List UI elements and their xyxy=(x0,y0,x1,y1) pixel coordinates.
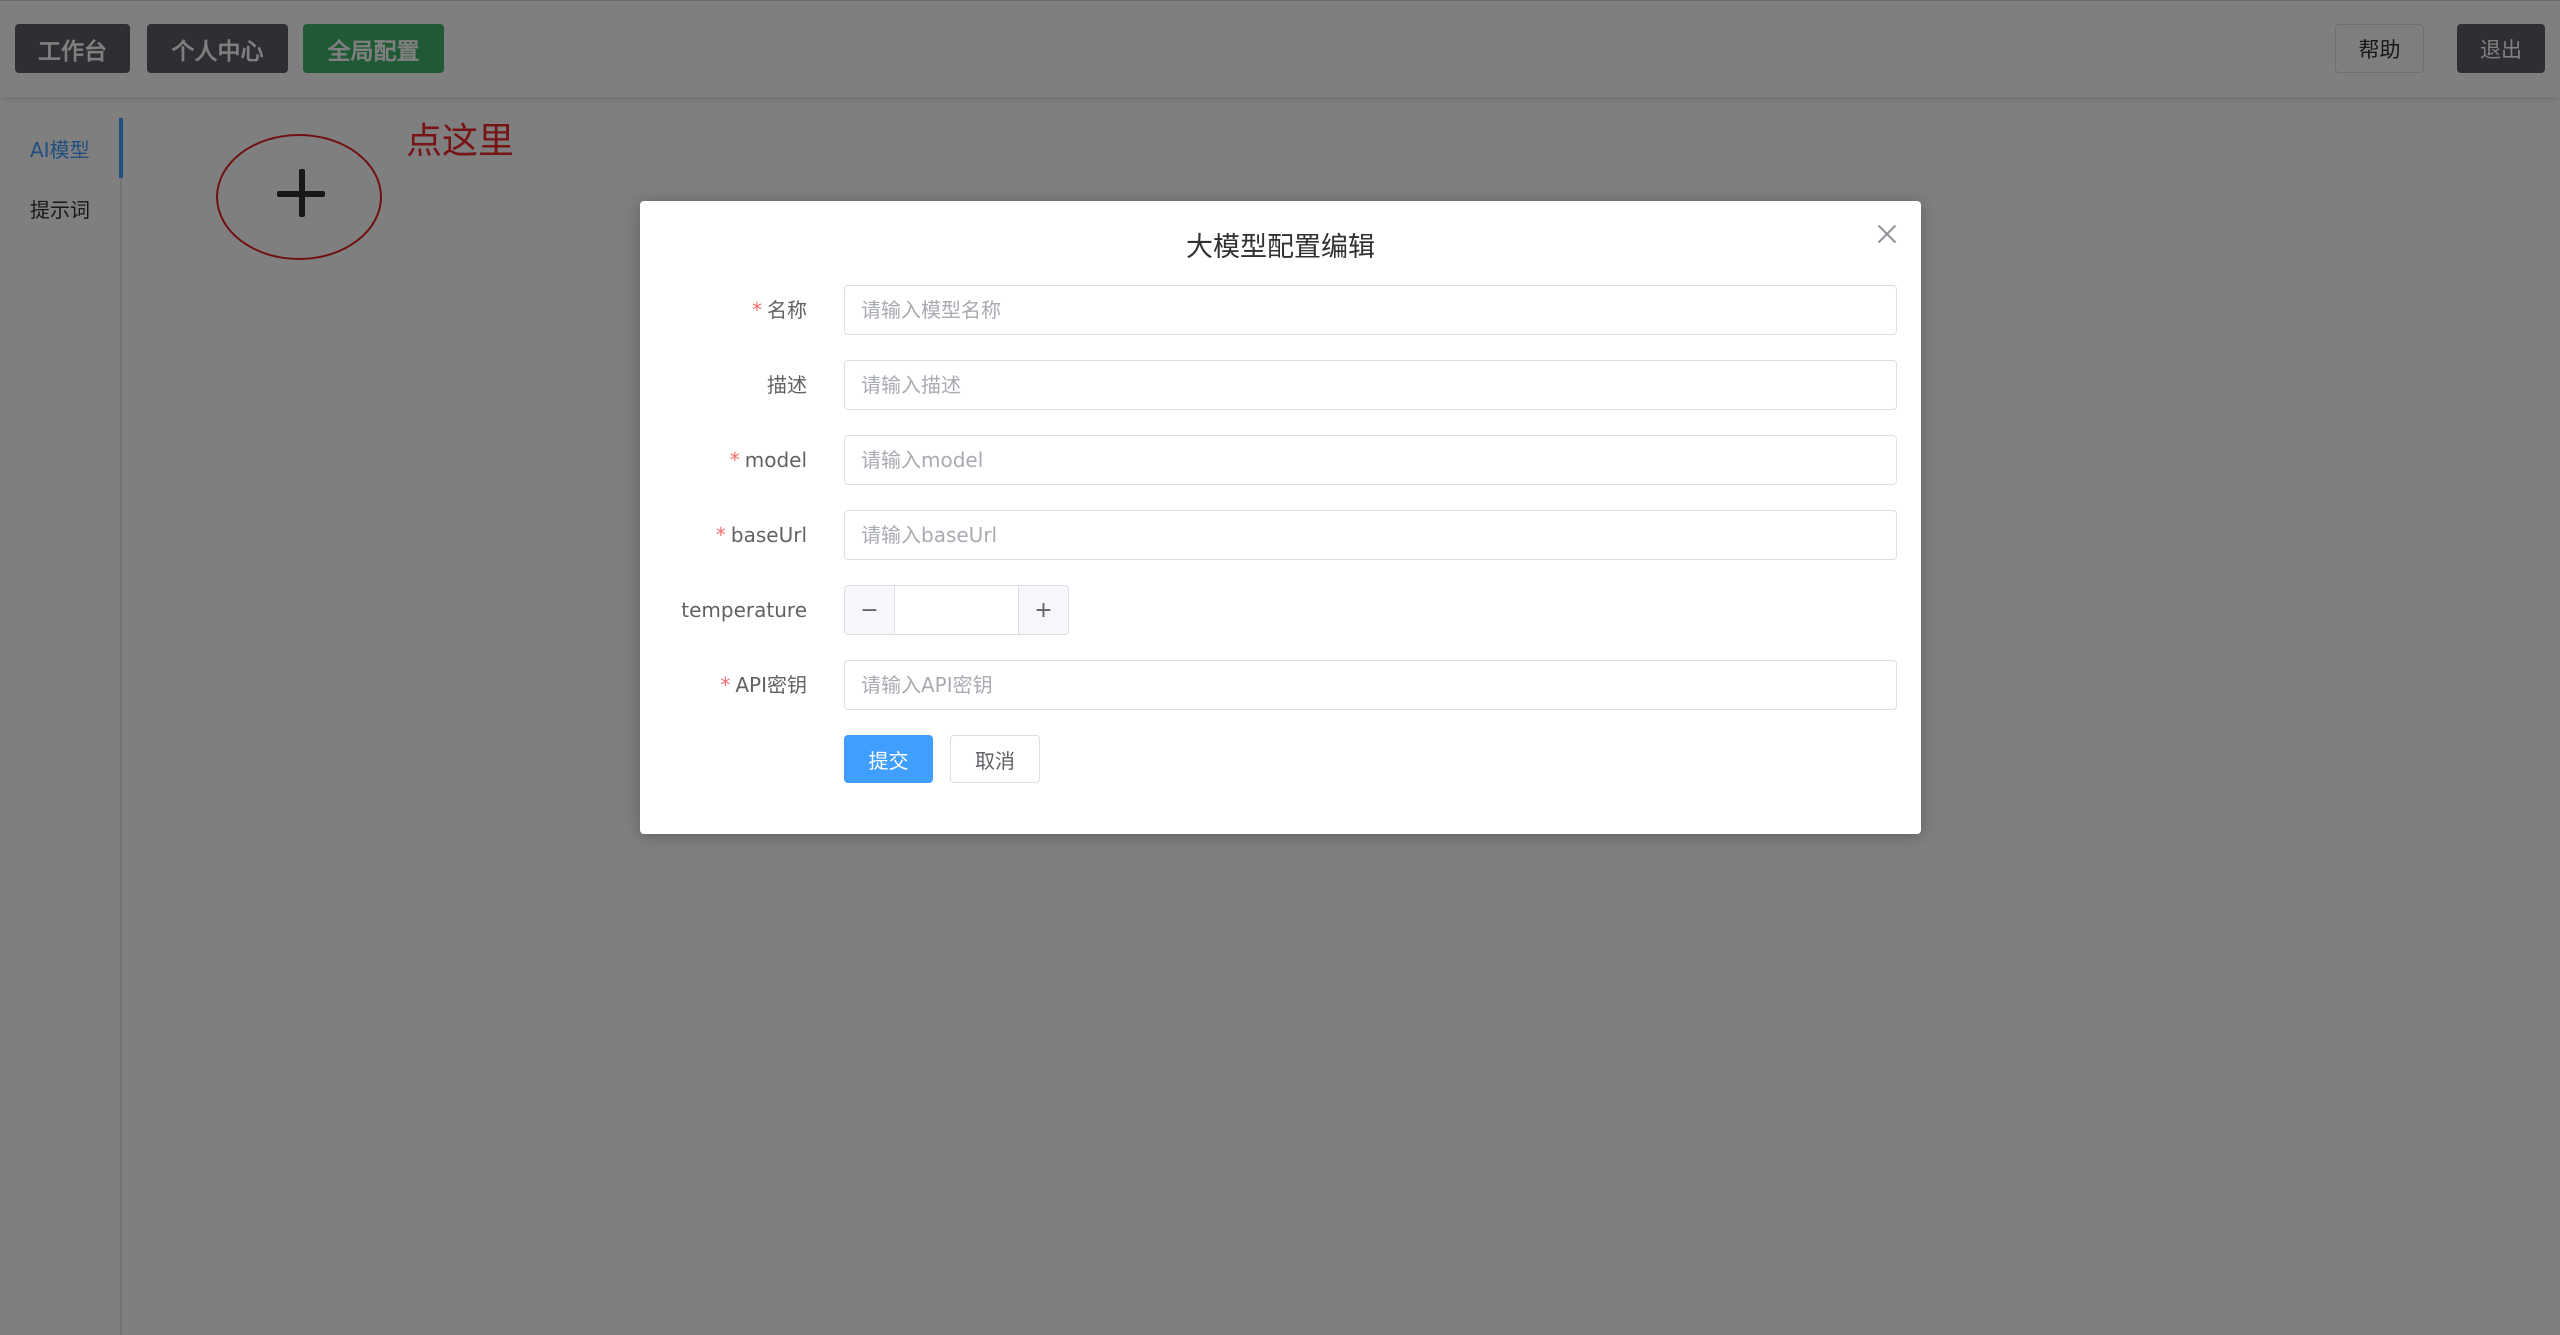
form-row-base-url: * baseUrl xyxy=(640,510,1921,560)
model-input[interactable] xyxy=(844,435,1897,485)
close-icon[interactable] xyxy=(1876,223,1898,245)
name-label: * 名称 xyxy=(752,285,807,335)
increment-button[interactable]: + xyxy=(1018,586,1068,634)
name-input[interactable] xyxy=(844,285,1897,335)
name-label-text: 名称 xyxy=(767,298,807,322)
required-mark: * xyxy=(720,673,731,697)
base-url-input[interactable] xyxy=(844,510,1897,560)
form-row-api-key: * API密钥 xyxy=(640,660,1921,710)
base-url-label-text: baseUrl xyxy=(730,523,807,547)
model-config-dialog: 大模型配置编辑 *名称 描述 *model *baseUrl temperatu… xyxy=(640,201,1921,834)
app-root: 工作台 个人中心 全局配置 帮助 退出 AI模型 提示词 点这里 大模型配置编辑… xyxy=(0,0,2560,1335)
api-key-input[interactable] xyxy=(844,660,1897,710)
submit-button[interactable]: 提交 xyxy=(844,735,933,783)
dialog-title: 大模型配置编辑 xyxy=(1186,232,1375,263)
temperature-label: temperature xyxy=(681,585,807,635)
description-label-text: 描述 xyxy=(767,373,807,397)
model-label: * model xyxy=(730,435,807,485)
decrement-button[interactable]: − xyxy=(845,586,895,634)
required-mark: * xyxy=(752,298,762,322)
api-key-label-text: API密钥 xyxy=(735,673,807,697)
form-row-description: 描述 xyxy=(640,360,1921,410)
cancel-button[interactable]: 取消 xyxy=(950,735,1040,783)
api-key-label: * API密钥 xyxy=(720,660,807,710)
base-url-label: * baseUrl xyxy=(716,510,807,560)
required-mark: * xyxy=(729,448,740,472)
model-label-text: model xyxy=(744,448,807,472)
form-actions: 提交 取消 xyxy=(640,735,1921,785)
description-input[interactable] xyxy=(844,360,1897,410)
temperature-label-text: temperature xyxy=(681,598,807,622)
temperature-input[interactable] xyxy=(895,586,1022,636)
description-label: 描述 xyxy=(767,360,807,410)
required-mark: * xyxy=(715,523,726,547)
temperature-stepper: − + xyxy=(844,585,1069,636)
form-row-temperature: temperature − + xyxy=(640,585,1921,636)
form-row-name: * 名称 xyxy=(640,285,1921,335)
form-row-model: * model xyxy=(640,435,1921,485)
